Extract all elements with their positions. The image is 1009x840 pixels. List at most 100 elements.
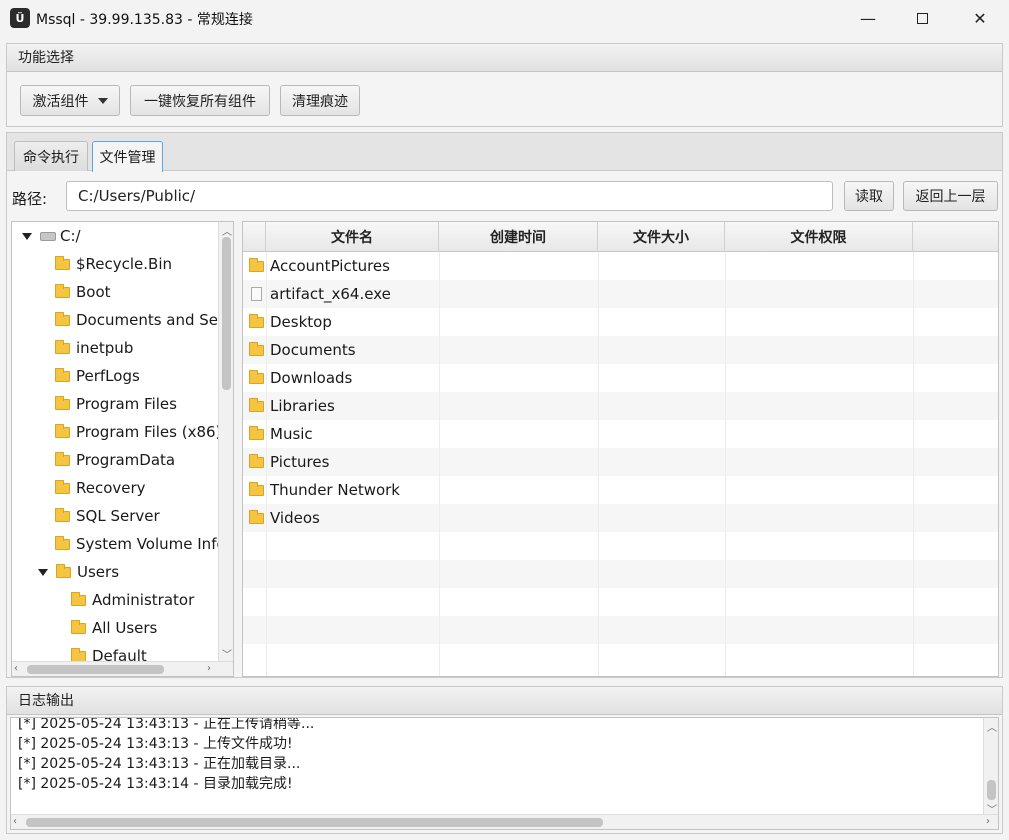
folder-icon xyxy=(55,283,70,298)
tree-item[interactable]: Boot xyxy=(55,278,111,306)
tree-item[interactable]: Documents and Setti xyxy=(55,306,233,334)
column-divider xyxy=(725,252,726,676)
table-row[interactable]: Downloads xyxy=(243,364,998,392)
restore-all-button[interactable]: 一键恢复所有组件 xyxy=(130,85,270,116)
path-label: 路径: xyxy=(12,190,48,208)
scroll-thumb[interactable] xyxy=(26,818,603,827)
table-row[interactable]: Documents xyxy=(243,336,998,364)
column-header-name[interactable]: 文件名 xyxy=(266,222,439,252)
scroll-right-icon[interactable]: › xyxy=(207,663,211,674)
file-name: Thunder Network xyxy=(270,481,400,499)
empty-row xyxy=(243,588,998,616)
folder-icon xyxy=(71,591,86,606)
folder-icon xyxy=(249,426,264,440)
tree-item[interactable]: Administrator xyxy=(71,586,194,614)
tree-item-label: Program Files xyxy=(76,395,177,413)
clean-label: 清理痕迹 xyxy=(292,93,348,110)
folder-icon xyxy=(249,342,264,356)
empty-row xyxy=(243,644,998,672)
folder-icon xyxy=(56,563,71,578)
file-name: Pictures xyxy=(270,453,330,471)
tab-label: 文件管理 xyxy=(99,150,156,166)
read-label: 读取 xyxy=(855,189,883,205)
empty-row xyxy=(243,616,998,644)
tree-item[interactable]: Program Files xyxy=(55,390,177,418)
table-row[interactable]: artifact_x64.exe xyxy=(243,280,998,308)
folder-icon xyxy=(55,339,70,354)
empty-row xyxy=(243,532,998,560)
folder-icon xyxy=(249,482,264,496)
activate-component-dropdown[interactable]: 激活组件 xyxy=(20,85,120,116)
column-header-permission[interactable]: 文件权限 xyxy=(725,222,913,252)
scroll-left-icon[interactable]: ‹ xyxy=(14,663,18,674)
scroll-thumb[interactable] xyxy=(987,780,996,800)
expand-arrow-icon[interactable] xyxy=(22,232,32,240)
minimize-button[interactable]: — xyxy=(840,0,896,36)
file-name: Libraries xyxy=(270,397,335,415)
title-bar[interactable]: Ü Mssql - 39.99.135.83 - 常规连接 — ✕ xyxy=(0,0,1009,36)
table-row[interactable]: Music xyxy=(243,420,998,448)
directory-tree[interactable]: C:/ $Recycle.Bin Boot Documents and Sett… xyxy=(11,221,234,677)
tree-item-label: System Volume Infor xyxy=(76,535,232,553)
table-row[interactable]: Pictures xyxy=(243,448,998,476)
drive-icon xyxy=(40,231,56,241)
log-horizontal-scrollbar[interactable]: ‹ › xyxy=(11,814,998,829)
tree-item-label: Administrator xyxy=(92,591,195,609)
tree-vertical-scrollbar[interactable]: ︿ ﹀ xyxy=(218,222,233,662)
folder-icon xyxy=(249,370,264,384)
column-divider xyxy=(439,252,440,676)
column-divider xyxy=(266,252,267,676)
log-title: 日志输出 xyxy=(7,687,1002,715)
read-button[interactable]: 读取 xyxy=(844,181,894,211)
tab-pane: 命令执行 文件管理 路径: C:/Users/Public/ 读取 返回上一层 … xyxy=(6,132,1003,678)
tree-item-label: Recovery xyxy=(76,479,146,497)
table-row[interactable]: Videos xyxy=(243,504,998,532)
tab-command-exec[interactable]: 命令执行 xyxy=(14,141,88,171)
folder-icon xyxy=(71,647,86,662)
restore-label: 一键恢复所有组件 xyxy=(144,93,256,110)
tree-item[interactable]: Program Files (x86) xyxy=(55,418,221,446)
tree-item-label: inetpub xyxy=(76,339,134,357)
tree-item[interactable]: All Users xyxy=(71,614,157,642)
file-table[interactable]: 文件名 创建时间 文件大小 文件权限 AccountPictures artif… xyxy=(242,221,999,677)
table-row[interactable]: AccountPictures xyxy=(243,252,998,280)
expand-arrow-icon[interactable] xyxy=(38,568,48,576)
go-up-button[interactable]: 返回上一层 xyxy=(903,181,998,211)
column-header-created[interactable]: 创建时间 xyxy=(439,222,598,252)
maximize-button[interactable] xyxy=(894,0,950,36)
tree-item[interactable]: $Recycle.Bin xyxy=(55,250,172,278)
clean-traces-button[interactable]: 清理痕迹 xyxy=(280,85,360,116)
scroll-thumb[interactable] xyxy=(27,665,164,674)
table-row[interactable]: Libraries xyxy=(243,392,998,420)
log-line: [*] 2025-05-24 13:43:13 - 正在上传请稍等... xyxy=(18,717,315,732)
tree-item[interactable]: System Volume Infor xyxy=(55,530,232,558)
folder-icon xyxy=(55,367,70,382)
table-row[interactable]: Desktop xyxy=(243,308,998,336)
go-up-label: 返回上一层 xyxy=(915,189,986,205)
scroll-thumb[interactable] xyxy=(222,237,231,390)
scroll-up-icon[interactable]: ︿ xyxy=(222,223,232,238)
tree-item[interactable]: ProgramData xyxy=(55,446,175,474)
tree-horizontal-scrollbar[interactable]: ‹ › xyxy=(12,661,233,676)
scroll-down-icon[interactable]: ﹀ xyxy=(222,646,232,661)
tree-item[interactable]: inetpub xyxy=(55,334,133,362)
scroll-right-icon[interactable]: › xyxy=(986,816,990,827)
close-button[interactable]: ✕ xyxy=(952,0,1008,36)
folder-icon xyxy=(249,398,264,412)
column-header-size[interactable]: 文件大小 xyxy=(598,222,725,252)
log-vertical-scrollbar[interactable]: ︿ ﹀ xyxy=(983,718,998,816)
tree-item[interactable]: SQL Server xyxy=(55,502,160,530)
table-row[interactable]: Thunder Network xyxy=(243,476,998,504)
tree-item[interactable]: Recovery xyxy=(55,474,146,502)
folder-icon xyxy=(249,314,264,328)
log-line: [*] 2025-05-24 13:43:13 - 上传文件成功! xyxy=(18,736,293,752)
tab-file-manager[interactable]: 文件管理 xyxy=(92,141,163,172)
tree-item-users[interactable]: Users xyxy=(38,558,119,586)
path-input[interactable]: C:/Users/Public/ xyxy=(66,181,833,211)
scroll-up-icon[interactable]: ︿ xyxy=(987,719,997,734)
log-output[interactable]: [*] 2025-05-24 13:43:13 - 正在上传请稍等... [*]… xyxy=(10,717,999,830)
scroll-left-icon[interactable]: ‹ xyxy=(13,816,17,827)
column-divider xyxy=(913,252,914,676)
tree-item[interactable]: PerfLogs xyxy=(55,362,140,390)
tree-item-root[interactable]: C:/ xyxy=(22,222,81,250)
